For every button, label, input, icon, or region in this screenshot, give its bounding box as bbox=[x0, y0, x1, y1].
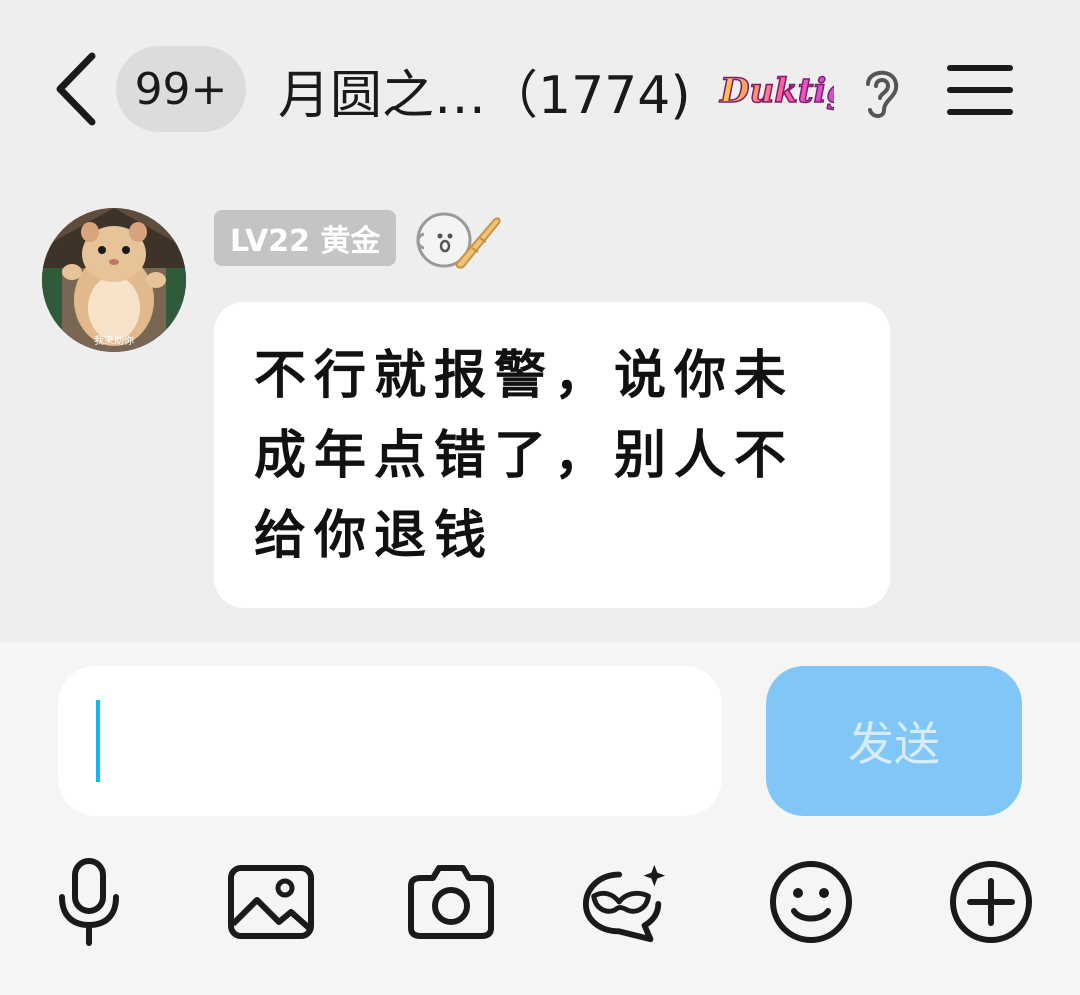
ear-icon[interactable] bbox=[858, 62, 904, 122]
message-input[interactable] bbox=[58, 666, 722, 816]
ai-mask-icon bbox=[582, 864, 666, 943]
image-button[interactable] bbox=[226, 852, 316, 952]
message-bubble[interactable]: 不行就报警，说你未成年点错了，别人不给你退钱 bbox=[214, 302, 890, 608]
plus-icon bbox=[950, 861, 1032, 943]
voice-button[interactable] bbox=[44, 852, 134, 952]
back-button[interactable] bbox=[50, 52, 100, 126]
ai-mask-button[interactable] bbox=[580, 852, 670, 952]
back-icon bbox=[56, 52, 96, 126]
level-badge: LV22 黄金 bbox=[214, 210, 397, 266]
composer-area: 发送 bbox=[0, 642, 1080, 995]
hamster-avatar-icon: 我来助你 bbox=[42, 208, 186, 352]
text-caret bbox=[96, 700, 100, 782]
avatar[interactable]: 我来助你 bbox=[42, 208, 186, 352]
menu-icon[interactable] bbox=[946, 60, 1014, 120]
emoji-icon bbox=[770, 861, 852, 943]
image-icon bbox=[228, 865, 314, 939]
svg-text:我来助你: 我来助你 bbox=[94, 334, 134, 347]
chat-header: 99+ 月圆之…（1774) Duktig bbox=[0, 0, 1080, 180]
input-toolbar bbox=[0, 852, 1080, 962]
unread-count-badge[interactable]: 99+ bbox=[116, 46, 246, 132]
svg-text:Duktig: Duktig bbox=[719, 71, 834, 111]
message-text: 不行就报警，说你未成年点错了，别人不给你退钱 bbox=[254, 345, 795, 566]
more-button[interactable] bbox=[946, 852, 1036, 952]
camera-icon bbox=[408, 865, 494, 939]
microphone-icon bbox=[59, 858, 119, 946]
bubble-bread-icon bbox=[416, 212, 501, 269]
camera-button[interactable] bbox=[406, 852, 496, 952]
brand-badge-icon: Duktig bbox=[718, 70, 834, 112]
chat-title[interactable]: 月圆之…（1774) bbox=[278, 50, 691, 130]
send-button[interactable]: 发送 bbox=[766, 666, 1022, 816]
emoji-button[interactable] bbox=[766, 852, 856, 952]
